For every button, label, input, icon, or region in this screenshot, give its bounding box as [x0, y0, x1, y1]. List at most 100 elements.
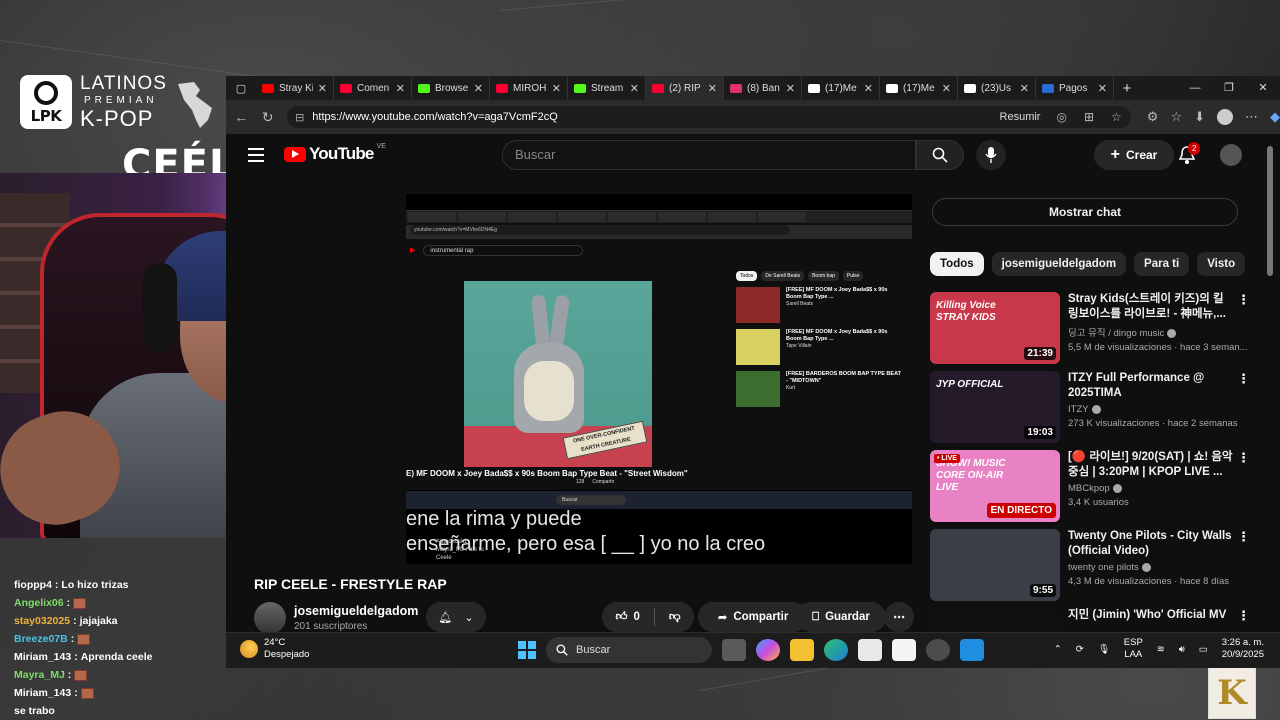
file-explorer-icon[interactable]	[790, 639, 814, 661]
photos-app-icon[interactable]	[960, 639, 984, 661]
clock[interactable]: 3:26 a. m. 20/9/2025	[1222, 637, 1264, 661]
account-avatar[interactable]	[1220, 144, 1242, 166]
tab-close-icon[interactable]: ✕	[708, 82, 717, 95]
browser-tab[interactable]: (17)Me ✕	[802, 76, 880, 100]
browser-tab[interactable]: (17)Me ✕	[880, 76, 958, 100]
minimize-button[interactable]: —	[1178, 76, 1212, 100]
browser-tab[interactable]: Browse ✕	[412, 76, 490, 100]
show-chat-button[interactable]: Mostrar chat	[932, 198, 1238, 226]
windows-start-icon[interactable]	[518, 641, 536, 659]
obs-icon[interactable]	[926, 639, 950, 661]
copilot-app-icon[interactable]	[756, 639, 780, 661]
recommended-video-title[interactable]: [🔴 라이브!] 9/20(SAT) | 쇼! 음악중심 | 3:20PM | …	[1068, 450, 1234, 480]
more-menu-icon[interactable]: ⋯	[1245, 109, 1258, 125]
new-tab-button[interactable]: +	[1114, 80, 1140, 97]
site-info-icon[interactable]: ⊟	[295, 111, 304, 124]
weather-widget[interactable]: 24°C Despejado	[240, 637, 309, 661]
apps-icon[interactable]: ⊞	[1084, 110, 1094, 124]
browser-tab[interactable]: Comen ✕	[334, 76, 412, 100]
video-thumbnail[interactable]: 9:55	[930, 529, 1060, 601]
video-menu-icon[interactable]: ⋮	[1237, 529, 1250, 545]
back-icon[interactable]: ←	[228, 109, 255, 125]
video-player[interactable]: youtube.com/watch?v=MVbv6DN4Eg ▶ instrum…	[406, 194, 912, 564]
restore-button[interactable]: ❐	[1212, 76, 1246, 100]
recommended-channel-name[interactable]: ITZY	[1068, 404, 1089, 415]
like-icon[interactable]: 👍︎	[615, 610, 627, 624]
favorite-star-icon[interactable]: ☆	[1111, 110, 1122, 124]
voice-search-button[interactable]	[976, 140, 1006, 170]
recommended-video[interactable]: JYP OFFICIAL 19:03 ITZY Full Performance @…	[930, 371, 1250, 443]
browser-tab[interactable]: (8) Ban ✕	[724, 76, 802, 100]
tab-close-icon[interactable]: ✕	[318, 82, 327, 95]
recommended-channel-name[interactable]: 딩고 뮤직 / dingo music	[1068, 328, 1164, 339]
tab-close-icon[interactable]: ✕	[786, 82, 795, 95]
video-thumbnail[interactable]	[930, 608, 1060, 632]
filter-chip[interactable]: Visto	[1197, 252, 1246, 276]
tab-actions-icon[interactable]: ▢	[226, 76, 256, 100]
collections-icon[interactable]: ☆	[1170, 109, 1182, 125]
recommended-video[interactable]: SHOW! MUSIC CORE ON-AIR LIVE • LIVE EN DIR…	[930, 450, 1250, 522]
recommended-channel-name[interactable]: twenty one pilots	[1068, 562, 1139, 573]
reload-icon[interactable]: ↻	[255, 109, 282, 126]
video-thumbnail[interactable]: Killing Voice STRAY KIDS 21:39	[930, 292, 1060, 364]
tab-close-icon[interactable]: ✕	[1098, 82, 1107, 95]
video-thumbnail[interactable]: SHOW! MUSIC CORE ON-AIR LIVE • LIVE EN DIR…	[930, 450, 1060, 522]
filter-chip[interactable]: Todos	[930, 252, 984, 276]
recommended-video[interactable]: 9:55 Twenty One Pilots - City Walls (Offi…	[930, 529, 1250, 601]
create-button[interactable]: + Crear	[1094, 140, 1174, 170]
downloads-icon[interactable]: ⬇	[1194, 109, 1205, 125]
mic-tray-icon[interactable]: 🎙︎	[1098, 644, 1110, 655]
save-button[interactable]: ⎕ Guardar	[796, 602, 886, 632]
task-view-icon[interactable]	[722, 639, 746, 661]
filter-chip[interactable]: Para ti	[1134, 252, 1190, 276]
share-button[interactable]: ➦ Compartir	[698, 602, 808, 632]
dislike-icon[interactable]: 👎︎	[669, 610, 681, 624]
battery-icon[interactable]: ▭	[1199, 644, 1208, 655]
recommended-channel-name[interactable]: MBCkpop	[1068, 483, 1110, 494]
tab-close-icon[interactable]: ✕	[864, 82, 873, 95]
search-input[interactable]: Buscar	[502, 140, 916, 170]
taskbar-search[interactable]: Buscar	[546, 637, 712, 663]
browser-tab[interactable]: Stray Ki ✕	[256, 76, 334, 100]
microsoft-store-icon[interactable]	[858, 639, 882, 661]
video-menu-icon[interactable]: ⋮	[1237, 371, 1250, 387]
youtube-logo[interactable]: YouTube VE	[284, 143, 386, 164]
browser-tab[interactable]: Stream ✕	[568, 76, 646, 100]
scrollbar[interactable]	[1266, 146, 1274, 626]
browser-tab[interactable]: (23)Us ✕	[958, 76, 1036, 100]
volume-icon[interactable]: 🔊︎	[1179, 644, 1185, 655]
browser-tab[interactable]: MIROH ✕	[490, 76, 568, 100]
video-menu-icon[interactable]: ⋮	[1237, 450, 1250, 466]
copilot-icon[interactable]: ◎	[1056, 110, 1066, 124]
video-menu-icon[interactable]: ⋮	[1237, 292, 1250, 308]
language-indicator[interactable]: ESP LAA	[1124, 637, 1143, 661]
tab-close-icon[interactable]: ✕	[942, 82, 951, 95]
channel-name[interactable]: josemigueldelgadom	[294, 604, 418, 618]
profile-avatar[interactable]	[1217, 109, 1233, 125]
tab-close-icon[interactable]: ✕	[552, 82, 561, 95]
filter-chip[interactable]: josemigueldelgadom	[991, 252, 1127, 276]
more-actions-button[interactable]: ⋯	[884, 602, 914, 632]
tab-close-icon[interactable]: ✕	[396, 82, 405, 95]
tab-close-icon[interactable]: ✕	[1020, 82, 1029, 95]
url-field[interactable]: ⊟ https://www.youtube.com/watch?v=aga7Vc…	[287, 106, 1131, 128]
video-menu-icon[interactable]: ⋮	[1237, 608, 1250, 624]
search-button[interactable]	[916, 140, 964, 170]
recommended-video-title[interactable]: Twenty One Pilots - City Walls (Official…	[1068, 529, 1234, 559]
wifi-icon[interactable]: ≋	[1157, 644, 1165, 655]
menu-icon[interactable]	[248, 148, 264, 166]
sync-icon[interactable]: ⟳	[1076, 644, 1084, 655]
subscribed-bell-button[interactable]: 🔔︎ ⌄	[426, 602, 486, 632]
channel-avatar[interactable]	[254, 602, 286, 632]
recommended-video-title[interactable]: ITZY Full Performance @ 2025TIMA	[1068, 371, 1234, 401]
edge-browser-icon[interactable]	[824, 639, 848, 661]
summarize-button[interactable]: Resumir	[1000, 111, 1041, 123]
video-thumbnail[interactable]: JYP OFFICIAL 19:03	[930, 371, 1060, 443]
browser-tab[interactable]: (2) RIP ✕	[646, 76, 724, 100]
recommended-video-title[interactable]: Stray Kids(스트레이 키즈)의 킬링보이스를 라이브로! - 神메뉴,…	[1068, 292, 1234, 322]
capcut-icon[interactable]	[892, 639, 916, 661]
close-window-button[interactable]: ✕	[1246, 76, 1280, 100]
copilot-sidebar-icon[interactable]: ◆	[1270, 109, 1280, 125]
recommended-video-title[interactable]: 지민 (Jimin) 'Who' Official MV	[1068, 608, 1234, 623]
browser-tab[interactable]: Pagos ✕	[1036, 76, 1114, 100]
